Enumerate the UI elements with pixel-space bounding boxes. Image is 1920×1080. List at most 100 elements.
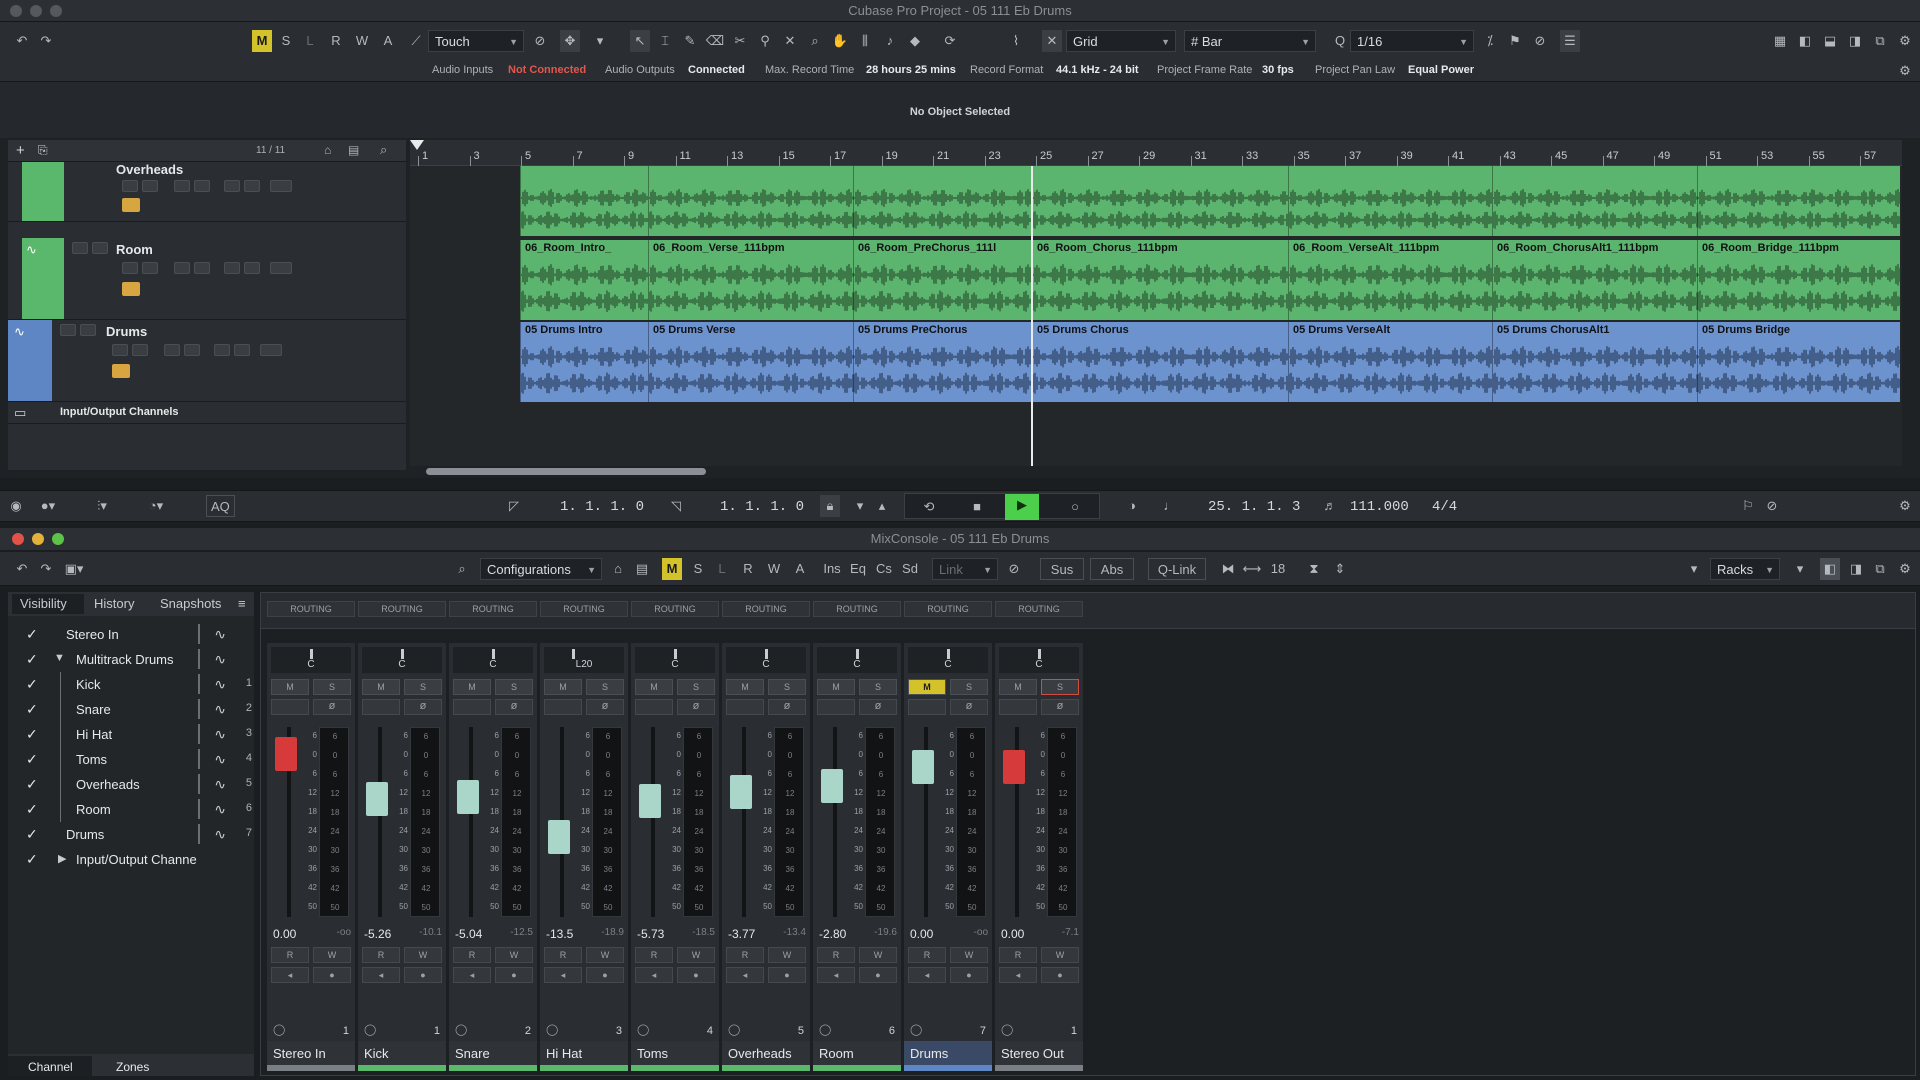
fader-track[interactable]: [833, 727, 837, 917]
quantize-select[interactable]: 1/16 ▼: [1350, 30, 1474, 52]
channel-name-field[interactable]: Overheads: [722, 1041, 810, 1065]
mute-tool-icon[interactable]: ✕: [780, 30, 800, 52]
right-locator-time[interactable]: 1. 1. 1. 0: [720, 499, 804, 515]
audio-event[interactable]: 06_Room_Verse_111bpm: [648, 240, 854, 320]
monitor-button[interactable]: ◂: [453, 967, 491, 983]
channel-settings-button[interactable]: [270, 180, 292, 192]
read-automation-button[interactable]: R: [908, 947, 946, 963]
listen-button[interactable]: [635, 699, 673, 715]
write-button[interactable]: [234, 344, 250, 356]
auto-read-button[interactable]: R: [326, 30, 346, 52]
suspend-icon[interactable]: ⊘: [530, 30, 550, 52]
cursor-marker-icon[interactable]: [410, 140, 424, 150]
auto-mute-button[interactable]: M: [252, 30, 272, 52]
audio-event[interactable]: 06_Room_PreChorus_111l: [853, 240, 1033, 320]
volume-value[interactable]: 0.00: [273, 927, 296, 941]
global-read-button[interactable]: R: [738, 558, 758, 580]
volume-value[interactable]: -13.5: [546, 927, 573, 941]
quantize-icon[interactable]: Q: [1330, 30, 1350, 52]
write-automation-button[interactable]: W: [313, 947, 351, 963]
tempo-track-icon[interactable]: ♬: [1320, 495, 1340, 517]
fader-track[interactable]: [651, 727, 655, 917]
play-tool-icon[interactable]: ♪: [880, 30, 900, 52]
narrow-channels-icon[interactable]: ⧓: [1218, 558, 1238, 580]
lane-overheads[interactable]: [520, 166, 1901, 236]
inserts-bypass-button[interactable]: Ins: [822, 558, 842, 580]
audio-event[interactable]: 05 Drums ChorusAlt1: [1492, 322, 1698, 402]
grid-type-select[interactable]: # Bar ▼: [1184, 30, 1316, 52]
channel-name-field[interactable]: Stereo In: [267, 1041, 355, 1065]
tab-channel[interactable]: Channel: [28, 1060, 73, 1074]
write-automation-button[interactable]: W: [859, 947, 897, 963]
monitor-button[interactable]: ◂: [726, 967, 764, 983]
volume-value[interactable]: -5.73: [637, 927, 664, 941]
volume-value[interactable]: -5.04: [455, 927, 482, 941]
mute-button[interactable]: M: [999, 679, 1037, 695]
routing-section[interactable]: ROUTING: [540, 601, 628, 617]
external-window-icon[interactable]: ⧉: [1870, 558, 1890, 580]
visibility-icon[interactable]: ⌂: [324, 143, 331, 157]
undo-icon[interactable]: ↶: [12, 558, 32, 580]
color-tool-icon[interactable]: ◆: [905, 30, 925, 52]
lower-zone-icon[interactable]: ⬓: [1820, 30, 1840, 52]
audio-event[interactable]: 05 Drums Intro: [520, 322, 648, 402]
pan-control[interactable]: C: [726, 647, 806, 673]
automation-mode-select[interactable]: Touch ▼: [428, 30, 524, 52]
auto-listen-button[interactable]: L: [300, 30, 320, 52]
tab-zones[interactable]: Zones: [116, 1060, 149, 1074]
monitor-button[interactable]: [142, 180, 158, 192]
visibility-item[interactable]: ✓ Kick ∿ 1: [8, 672, 254, 697]
audio-event[interactable]: 05 Drums Verse: [648, 322, 854, 402]
volume-value[interactable]: -2.80: [819, 927, 846, 941]
split-tool-icon[interactable]: ✂: [730, 30, 750, 52]
record-enable-button[interactable]: [122, 180, 138, 192]
mute-button[interactable]: [72, 242, 88, 254]
peak-value[interactable]: -oo: [337, 927, 351, 938]
right-locator-icon[interactable]: ◹: [666, 495, 686, 517]
routing-section[interactable]: ROUTING: [995, 601, 1083, 617]
track-presets-icon[interactable]: ▤: [348, 143, 359, 157]
record-enable-button[interactable]: [112, 344, 128, 356]
menu-icon[interactable]: ≡: [238, 596, 246, 611]
time-display-icon[interactable]: ♩: [1160, 495, 1180, 517]
peak-value[interactable]: -oo: [974, 927, 988, 938]
link-icon[interactable]: ◯: [637, 1023, 649, 1036]
listen-button[interactable]: [908, 699, 946, 715]
volume-fader[interactable]: [730, 774, 752, 809]
solo-button[interactable]: S: [950, 679, 988, 695]
checkmark-icon[interactable]: ✓: [26, 851, 38, 868]
mute-button[interactable]: M: [362, 679, 400, 695]
visibility-item[interactable]: ✓ Room ∿ 6: [8, 797, 254, 822]
peak-value[interactable]: -13.4: [783, 927, 806, 938]
phase-icon[interactable]: ø: [768, 699, 806, 715]
solo-button[interactable]: [80, 324, 96, 336]
visibility-item[interactable]: ✓ ▼ Multitrack Drums ∿: [8, 647, 254, 672]
listen-button[interactable]: [271, 699, 309, 715]
pan-control[interactable]: C: [999, 647, 1079, 673]
solo-button[interactable]: S: [313, 679, 351, 695]
settings-gear-icon[interactable]: ⚙: [1895, 30, 1915, 52]
write-automation-button[interactable]: W: [404, 947, 442, 963]
read-automation-button[interactable]: R: [817, 947, 855, 963]
audio-event[interactable]: 05 Drums PreChorus: [853, 322, 1033, 402]
link-icon[interactable]: ◯: [546, 1023, 558, 1036]
read-button[interactable]: [224, 262, 240, 274]
monitor-button[interactable]: ◂: [908, 967, 946, 983]
pan-control[interactable]: L20: [544, 647, 624, 673]
track-room[interactable]: ∿ Room: [8, 238, 406, 320]
audio-event[interactable]: [1288, 166, 1492, 236]
window-layout-icon[interactable]: ▦: [1770, 30, 1790, 52]
note-icon[interactable]: [122, 198, 140, 212]
channel-name-field[interactable]: Kick: [358, 1041, 446, 1065]
stop-icon[interactable]: ■: [967, 496, 987, 518]
marker-icon[interactable]: ⚐: [1738, 495, 1758, 517]
monitor-button[interactable]: ◂: [271, 967, 309, 983]
volume-fader[interactable]: [912, 749, 934, 784]
link-icon[interactable]: ◯: [910, 1023, 922, 1036]
read-automation-button[interactable]: R: [544, 947, 582, 963]
play-icon[interactable]: ▶: [1005, 494, 1039, 520]
phase-icon[interactable]: ø: [495, 699, 533, 715]
checkmark-icon[interactable]: ✓: [26, 776, 38, 793]
checkmark-icon[interactable]: ✓: [26, 751, 38, 768]
iterative-quantize-icon[interactable]: ⁒: [1480, 30, 1500, 52]
